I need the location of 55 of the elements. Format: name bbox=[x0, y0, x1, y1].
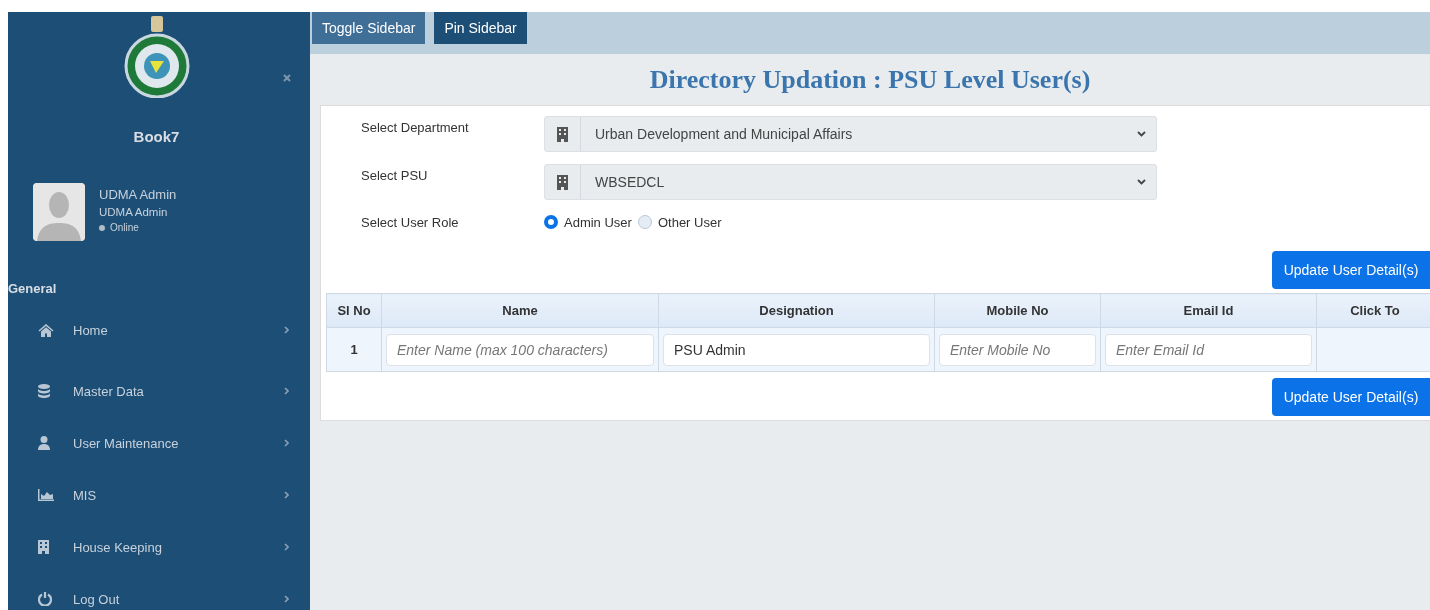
user-status: Online bbox=[110, 222, 139, 233]
column-header: Name bbox=[381, 293, 659, 328]
radio-option[interactable]: Other User bbox=[637, 214, 722, 230]
radio-button[interactable] bbox=[544, 215, 558, 229]
chevron-icon bbox=[284, 543, 289, 551]
dropdown[interactable]: Urban Development and Municipal Affairs bbox=[544, 116, 1157, 152]
menu-item[interactable]: Log Out bbox=[8, 573, 305, 610]
dropdown[interactable]: WBSEDCL bbox=[544, 164, 1157, 200]
toolbar-button[interactable]: Toggle Sidebar bbox=[312, 12, 426, 44]
chevron-down-icon bbox=[1137, 179, 1146, 185]
column-header: Mobile No bbox=[934, 293, 1101, 328]
building-icon bbox=[557, 174, 568, 190]
building-icon bbox=[38, 540, 49, 554]
field-label: Select Department bbox=[361, 119, 470, 135]
user-role: UDMA Admin bbox=[99, 206, 169, 218]
radio-button[interactable] bbox=[637, 215, 652, 229]
column-header: Designation bbox=[658, 293, 935, 328]
chevron-down-icon bbox=[1137, 131, 1146, 137]
menu-item[interactable]: Home bbox=[8, 313, 305, 347]
brand-title: Book7 bbox=[133, 128, 180, 145]
mobile-input[interactable]: Enter Mobile No bbox=[939, 333, 1096, 366]
email-input[interactable]: Enter Email Id bbox=[1105, 333, 1312, 366]
chevron-icon bbox=[284, 326, 289, 334]
update-button[interactable]: Update User Detail(s) bbox=[1272, 251, 1430, 289]
close-icon[interactable] bbox=[283, 74, 291, 82]
section-heading: General bbox=[8, 281, 57, 296]
column-header: Click To bbox=[1316, 293, 1430, 328]
database-icon bbox=[38, 384, 50, 398]
home-icon bbox=[38, 323, 54, 337]
status-dot bbox=[99, 224, 105, 231]
update-button[interactable]: Update User Detail(s) bbox=[1272, 378, 1430, 416]
page-title: Directory Updation : PSU Level User(s) bbox=[648, 63, 1092, 96]
avatar-silhouette bbox=[33, 183, 85, 241]
user-icon bbox=[38, 436, 50, 450]
toolbar-button[interactable]: Pin Sidebar bbox=[434, 12, 527, 44]
designation-input[interactable]: PSU Admin bbox=[663, 333, 930, 366]
menu-item[interactable]: User Maintenance bbox=[8, 417, 305, 469]
area-chart-icon bbox=[38, 489, 54, 501]
name-input[interactable]: Enter Name (max 100 characters) bbox=[386, 333, 654, 366]
chevron-icon bbox=[284, 387, 289, 395]
chevron-icon bbox=[284, 439, 289, 447]
table-cell: 1 bbox=[326, 327, 382, 372]
power-icon bbox=[38, 592, 52, 606]
chevron-icon bbox=[284, 595, 289, 603]
building-icon bbox=[557, 126, 568, 142]
column-header: Sl No bbox=[326, 293, 382, 328]
column-header: Email Id bbox=[1100, 293, 1317, 328]
radio-option[interactable]: Admin User bbox=[544, 214, 632, 230]
menu-item[interactable]: Master Data bbox=[8, 365, 305, 417]
menu-item[interactable]: MIS bbox=[8, 469, 305, 521]
user-name: UDMA Admin bbox=[99, 187, 177, 202]
field-label: Select User Role bbox=[361, 214, 460, 230]
menu-item[interactable]: House Keeping bbox=[8, 521, 305, 573]
field-label: Select PSU bbox=[361, 167, 429, 183]
chevron-icon bbox=[284, 491, 289, 499]
